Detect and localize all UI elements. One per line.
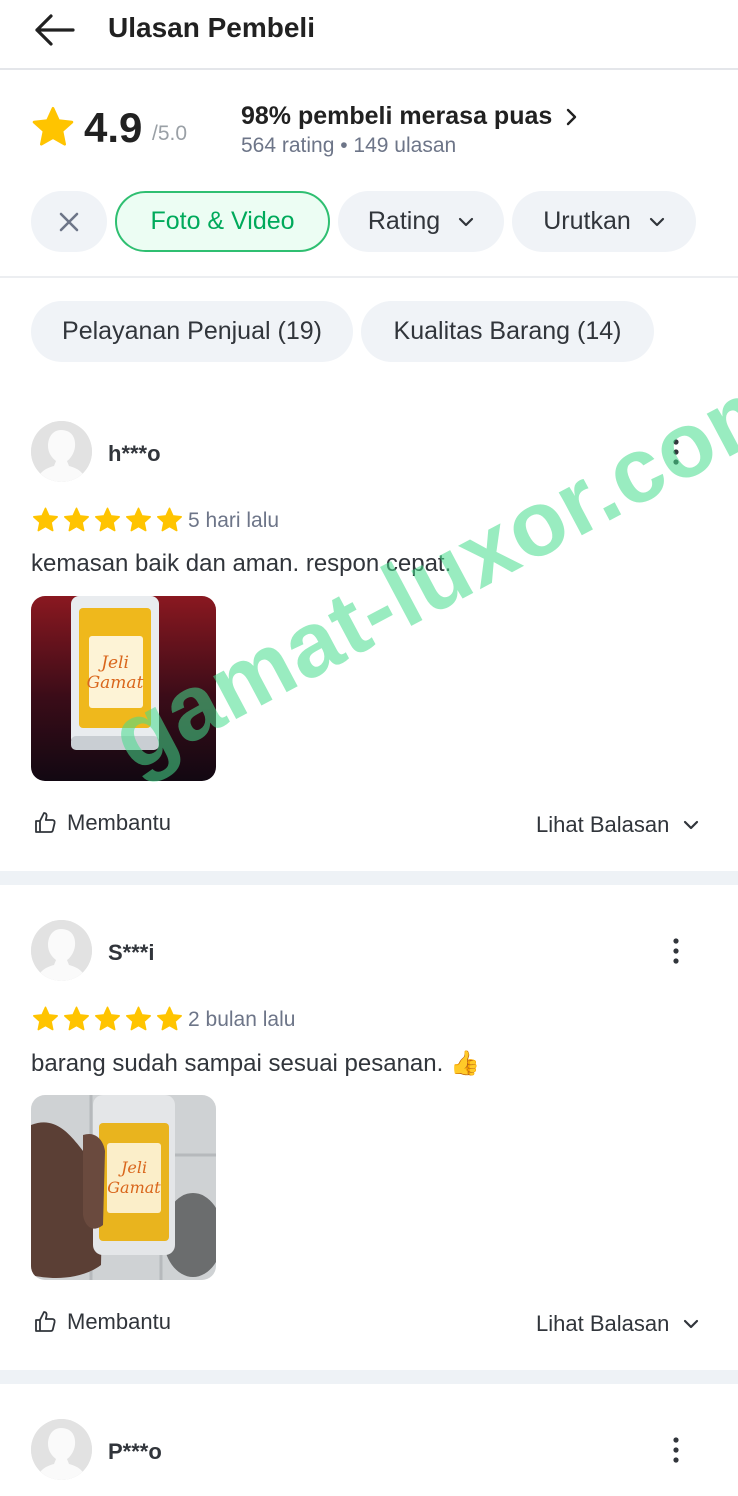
product-label-text: Gamat — [87, 673, 144, 693]
score-max: /5.0 — [152, 122, 188, 145]
chevron-down-icon — [459, 217, 474, 226]
user-placeholder-icon — [31, 421, 92, 482]
filter-foto-video-label: Foto & Video — [150, 207, 295, 235]
reviewer-name: P***o — [108, 1439, 162, 1464]
filter-urutkan-label: Urutkan — [543, 207, 631, 235]
avatar[interactable] — [31, 421, 92, 482]
section-divider — [0, 871, 738, 885]
more-options-button[interactable] — [660, 1430, 692, 1470]
reviewer-name: S***i — [108, 940, 155, 965]
star-icon — [157, 1006, 182, 1031]
review-text: kemasan baik dan aman. respon cepat. — [31, 550, 452, 577]
star-icon — [95, 1006, 120, 1031]
topic-chip-label: Kualitas Barang (14) — [393, 317, 622, 345]
star-icon — [64, 1006, 89, 1031]
page-title: Ulasan Pembeli — [108, 12, 315, 43]
star-icon — [33, 507, 58, 532]
star-rating — [31, 507, 184, 534]
more-options-button[interactable] — [660, 432, 692, 472]
view-replies-button[interactable]: Lihat Balasan — [536, 1311, 699, 1337]
close-icon — [59, 212, 79, 231]
star-icon — [95, 507, 120, 532]
topic-chip-pelayanan-penjual[interactable]: Pelayanan Penjual (19) — [31, 301, 353, 362]
satisfaction-link[interactable]: 98% pembeli merasa puas — [241, 102, 578, 131]
more-options-button[interactable] — [660, 931, 692, 971]
avatar[interactable] — [31, 1419, 92, 1480]
helpful-label: Membantu — [67, 810, 171, 835]
review-time: 2 bulan lalu — [188, 1008, 296, 1031]
avatar[interactable] — [31, 920, 92, 981]
view-replies-button[interactable]: Lihat Balasan — [536, 812, 699, 838]
product-label-text: Gamat — [107, 1178, 161, 1197]
product-label-text: Jeli — [98, 653, 129, 673]
clear-filter-button[interactable] — [31, 191, 107, 252]
topic-chip-kualitas-barang[interactable]: Kualitas Barang (14) — [361, 301, 654, 362]
star-icon — [33, 1006, 58, 1031]
back-button[interactable] — [30, 8, 78, 52]
star-icon — [157, 507, 182, 532]
chevron-down-icon — [684, 1319, 699, 1329]
star-rating — [31, 1006, 184, 1033]
star-icon — [32, 106, 74, 146]
user-placeholder-icon — [31, 920, 92, 981]
product-photo: Jeli Gamat — [31, 596, 216, 781]
filter-foto-video[interactable]: Foto & Video — [115, 191, 330, 252]
rating-summary: 4.9 /5.0 98% pembeli merasa puas 564 rat… — [0, 70, 738, 278]
helpful-button[interactable]: Membantu — [33, 810, 171, 836]
filter-rating-label: Rating — [367, 207, 441, 235]
thumbs-up-icon — [35, 1311, 56, 1332]
star-icon — [64, 507, 89, 532]
thumbs-up-icon — [35, 812, 56, 833]
chevron-right-icon — [567, 108, 577, 125]
chevron-down-icon — [649, 217, 664, 226]
average-score: 4.9 — [84, 104, 143, 151]
user-placeholder-icon — [31, 1419, 92, 1480]
review-time: 5 hari lalu — [188, 509, 280, 532]
review-photo[interactable]: Jeli Gamat — [31, 596, 216, 781]
star-icon — [126, 507, 151, 532]
arrow-left-icon — [35, 14, 75, 46]
more-vertical-icon — [673, 938, 679, 964]
reviewer-name: h***o — [108, 441, 161, 466]
app-header: Ulasan Pembeli — [0, 0, 738, 70]
topic-chip-label: Pelayanan Penjual (19) — [62, 317, 322, 345]
view-replies-label: Lihat Balasan — [536, 1311, 670, 1336]
satisfaction-text: 98% pembeli merasa puas — [241, 102, 553, 130]
view-replies-label: Lihat Balasan — [536, 812, 670, 837]
more-vertical-icon — [673, 439, 679, 465]
review-text: barang sudah sampai sesuai pesanan. 👍 — [31, 1050, 480, 1077]
star-icon — [126, 1006, 151, 1031]
section-divider — [0, 1370, 738, 1384]
filter-rating[interactable]: Rating — [338, 191, 504, 252]
helpful-button[interactable]: Membantu — [33, 1309, 171, 1335]
rating-counts: 564 rating • 149 ulasan — [241, 134, 457, 157]
chevron-down-icon — [684, 820, 699, 830]
more-vertical-icon — [673, 1437, 679, 1463]
filter-urutkan[interactable]: Urutkan — [512, 191, 696, 252]
product-photo: Jeli Gamat — [31, 1095, 216, 1280]
review-photo[interactable]: Jeli Gamat — [31, 1095, 216, 1280]
product-label-text: Jeli — [118, 1158, 147, 1177]
helpful-label: Membantu — [67, 1309, 171, 1334]
